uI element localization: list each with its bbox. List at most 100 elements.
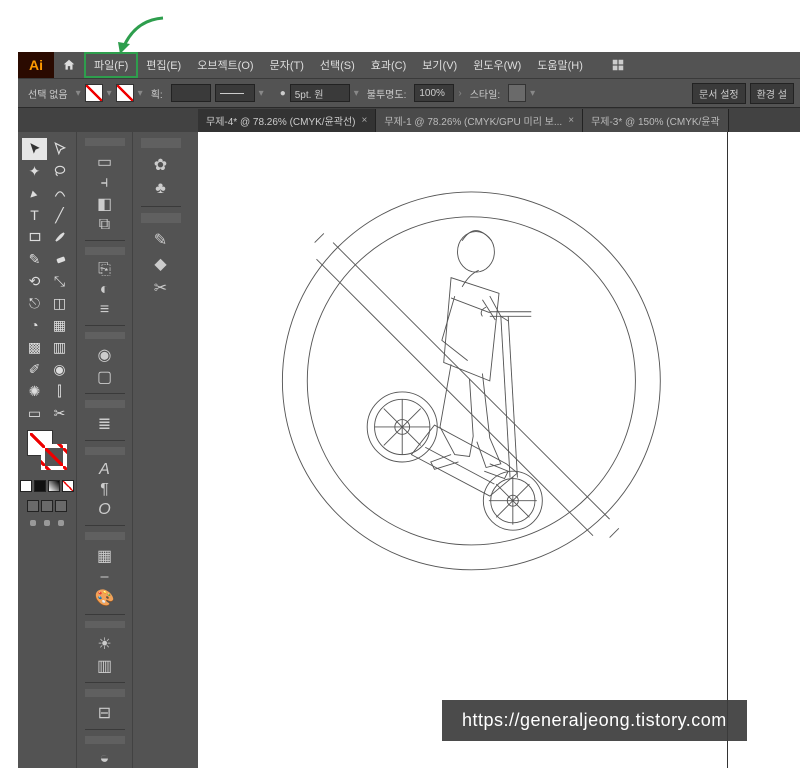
style-swatch[interactable] bbox=[508, 84, 526, 102]
symbol-sprayer-tool[interactable]: ✺ bbox=[22, 380, 47, 402]
layers-panel-icon[interactable]: ≣ bbox=[92, 414, 118, 434]
stroke-label: 획: bbox=[147, 86, 167, 101]
scale-tool[interactable]: ⤡ bbox=[47, 270, 72, 292]
document-tab[interactable]: 무제-1 @ 78.26% (CMYK/GPU 미리 보...× bbox=[376, 109, 583, 132]
fill-stroke-control[interactable] bbox=[27, 430, 67, 470]
document-tab[interactable]: 무제-3* @ 150% (CMYK/윤곽 bbox=[583, 109, 729, 132]
symbols-panel-icon[interactable]: ☀ bbox=[92, 634, 118, 654]
attributes-panel-icon[interactable]: ⊟ bbox=[92, 703, 118, 723]
menu-select[interactable]: 선택(S) bbox=[312, 52, 363, 78]
menu-object[interactable]: 오브젝트(O) bbox=[189, 52, 261, 78]
menu-help[interactable]: 도움말(H) bbox=[529, 52, 591, 78]
swatches-panel-icon[interactable]: ▦ bbox=[92, 546, 118, 566]
menu-window[interactable]: 윈도우(W) bbox=[465, 52, 529, 78]
rectangle-tool[interactable] bbox=[22, 226, 47, 248]
color-mode-row bbox=[20, 480, 74, 492]
color-mode[interactable] bbox=[62, 480, 74, 492]
brush-dropdown[interactable]: 5pt. 원 bbox=[290, 84, 350, 102]
home-button[interactable] bbox=[54, 58, 84, 72]
color-mode[interactable] bbox=[48, 480, 60, 492]
document-setup-button[interactable]: 문서 설정 bbox=[692, 83, 746, 104]
screen-mode[interactable] bbox=[27, 500, 39, 512]
close-icon[interactable]: × bbox=[362, 115, 368, 126]
line-tool[interactable]: ╱ bbox=[47, 204, 72, 226]
shape-builder-tool[interactable]: ◔ bbox=[22, 314, 47, 336]
menu-view[interactable]: 보기(V) bbox=[414, 52, 465, 78]
arrange-docs-button[interactable] bbox=[603, 58, 633, 72]
screen-mode[interactable] bbox=[41, 500, 53, 512]
tab-label: 무제-3* @ 150% (CMYK/윤곽 bbox=[591, 113, 720, 128]
perspective-tool[interactable]: ▦ bbox=[47, 314, 72, 336]
stroke-color[interactable] bbox=[41, 444, 67, 470]
opentype-panel-icon[interactable]: O bbox=[92, 501, 118, 519]
artboards-panel-icon[interactable]: ▭ bbox=[92, 152, 118, 172]
close-icon[interactable]: × bbox=[568, 115, 574, 126]
opacity-input[interactable]: 100% bbox=[414, 84, 454, 102]
graph-tool[interactable]: ⫿ bbox=[47, 380, 72, 402]
asset-export-panel-icon[interactable]: ✿ bbox=[148, 154, 174, 176]
rotate-tool[interactable]: ⟲ bbox=[22, 270, 47, 292]
screen-mode[interactable] bbox=[55, 500, 67, 512]
appearance-panel-icon[interactable]: ◉ bbox=[92, 345, 118, 365]
edit-toolbar[interactable] bbox=[30, 520, 64, 526]
type-tool[interactable]: T bbox=[22, 204, 47, 226]
menu-type[interactable]: 문자(T) bbox=[262, 52, 312, 78]
color-panel-icon[interactable]: 🎨 bbox=[92, 588, 118, 608]
brush2-panel-icon[interactable]: ✎ bbox=[148, 229, 174, 251]
paintbrush-tool[interactable] bbox=[47, 226, 72, 248]
direct-selection-tool[interactable] bbox=[47, 138, 72, 160]
artboard-tool[interactable]: ▭ bbox=[22, 402, 47, 424]
annotation-arrow bbox=[118, 16, 168, 56]
pen-tool[interactable] bbox=[22, 182, 47, 204]
color-mode[interactable] bbox=[34, 480, 46, 492]
fill-swatch[interactable] bbox=[85, 84, 103, 102]
eyedropper-tool[interactable]: ✐ bbox=[22, 358, 47, 380]
width-tool[interactable]: ⎋ bbox=[22, 292, 47, 314]
aux-dock-1: ▭ ⫞ ◧ ⧉ ⎘ ◐ ≡ ◉ ▢ ≣ A ¶ O ▦ ⎯ 🎨 ☀ ▥ ⊟ bbox=[76, 132, 132, 768]
brushes-panel-icon[interactable]: ⎯ bbox=[92, 568, 118, 586]
menu-effect[interactable]: 효과(C) bbox=[363, 52, 415, 78]
preferences-button[interactable]: 환경 설 bbox=[750, 83, 794, 104]
slice-tool[interactable]: ✂ bbox=[47, 402, 72, 424]
paragraph-panel-icon[interactable]: ¶ bbox=[92, 481, 118, 499]
stroke-panel-icon[interactable]: ≡ bbox=[92, 301, 118, 319]
artboard-edge bbox=[727, 132, 728, 768]
eraser-tool[interactable] bbox=[47, 248, 72, 270]
panel-column: ✦ T╱ ✎ ⟲⤡ ⎋◫ ◔▦ ▩▥ ✐◉ ✺⫿ ▭✂ ▭ ⫞ ◧ bbox=[18, 132, 198, 768]
stroke-profile-dropdown[interactable] bbox=[215, 84, 255, 102]
mesh-tool[interactable]: ▩ bbox=[22, 336, 47, 358]
menu-file[interactable]: 파일(F) bbox=[84, 52, 138, 78]
stroke-width-input[interactable] bbox=[171, 84, 211, 102]
free-transform-tool[interactable]: ◫ bbox=[47, 292, 72, 314]
tab-label: 무제-4* @ 78.26% (CMYK/윤곽선) bbox=[206, 113, 356, 128]
transform-panel-icon[interactable]: ⧉ bbox=[92, 216, 118, 234]
color-mode[interactable] bbox=[20, 480, 32, 492]
eraser-panel-icon[interactable]: ◆ bbox=[148, 253, 174, 275]
lasso-tool[interactable] bbox=[47, 160, 72, 182]
shaper-tool[interactable]: ✎ bbox=[22, 248, 47, 270]
no-selection-label: 선택 없음 bbox=[24, 86, 72, 101]
menu-edit[interactable]: 편집(E) bbox=[138, 52, 189, 78]
canvas[interactable] bbox=[198, 132, 800, 768]
screen-mode-row bbox=[27, 500, 67, 512]
stroke-swatch[interactable] bbox=[116, 84, 134, 102]
style-label: 스타일: bbox=[466, 86, 504, 101]
magic-wand-tool[interactable]: ✦ bbox=[22, 160, 47, 182]
character-panel-icon[interactable]: A bbox=[92, 461, 118, 479]
blend-tool[interactable]: ◉ bbox=[47, 358, 72, 380]
selection-tool[interactable] bbox=[22, 138, 47, 160]
document-tab[interactable]: 무제-4* @ 78.26% (CMYK/윤곽선) × bbox=[198, 109, 376, 132]
links-panel-icon[interactable]: ⎘ bbox=[92, 261, 118, 279]
transparency-panel-icon[interactable]: ◐ bbox=[92, 281, 118, 299]
gradient-panel-icon[interactable]: ▥ bbox=[92, 656, 118, 676]
app-logo: Ai bbox=[18, 52, 54, 78]
align-panel-icon[interactable]: ⫞ bbox=[92, 174, 118, 192]
curvature-tool[interactable] bbox=[47, 182, 72, 204]
pathfinder-panel-icon[interactable]: ◧ bbox=[92, 194, 118, 214]
scissors-panel-icon[interactable]: ✂ bbox=[148, 277, 174, 299]
css-panel-icon[interactable]: ♣ bbox=[148, 178, 174, 200]
graphic-styles-panel-icon[interactable]: ▢ bbox=[92, 367, 118, 387]
gradient-tool[interactable]: ▥ bbox=[47, 336, 72, 358]
options-bar: 선택 없음 ▾ ▾ ▾ 획: ▾ ● 5pt. 원▾ 불투명도: 100% › … bbox=[18, 78, 800, 108]
color-guide-panel-icon[interactable]: ◒ bbox=[92, 750, 118, 768]
